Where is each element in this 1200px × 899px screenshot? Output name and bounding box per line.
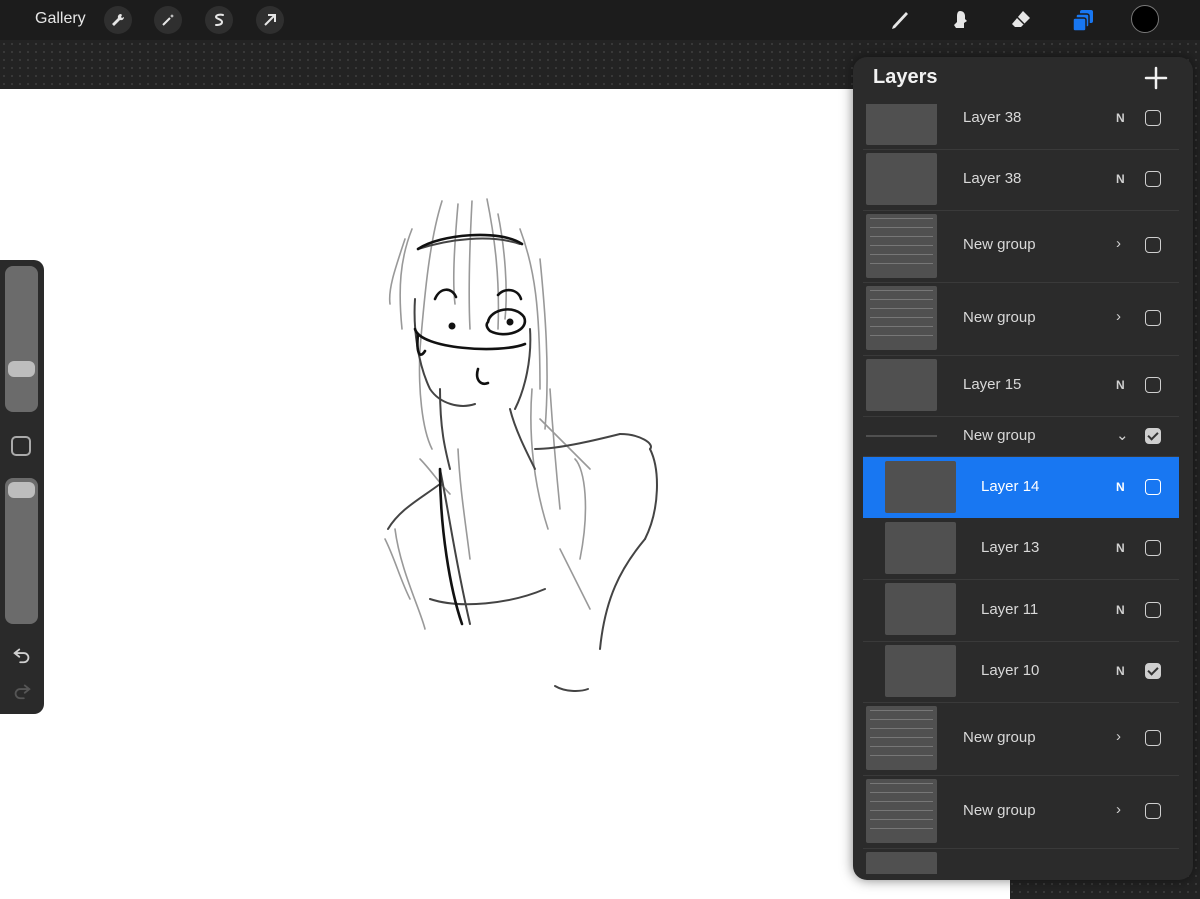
group-thumbnail (866, 779, 937, 843)
group-row[interactable]: New group › (863, 702, 1179, 776)
layer-row[interactable]: Layer 15 N (863, 355, 1179, 417)
layer-row[interactable]: Layer 38 N (863, 104, 1179, 150)
opacity-thumb[interactable] (8, 482, 35, 498)
group-thumbnail (866, 286, 937, 350)
group-row[interactable]: New group › (863, 775, 1179, 849)
layer-thumbnail (866, 153, 937, 205)
layer-row[interactable]: Layer 11 N (863, 579, 1179, 642)
visibility-checkbox[interactable] (1145, 237, 1161, 253)
blend-mode-button[interactable]: N (1116, 378, 1125, 392)
visibility-checkbox[interactable] (1145, 540, 1161, 556)
group-row-expanded[interactable]: New group ⌄ (863, 416, 1179, 457)
group-thumbnail (866, 435, 937, 437)
visibility-checkbox[interactable] (1145, 428, 1161, 444)
color-picker-button[interactable] (1131, 5, 1159, 33)
layers-panel: Layers Layer 38 N Layer 38 N New group › (853, 57, 1193, 880)
brush-size-slider[interactable] (5, 266, 38, 412)
brush-size-thumb[interactable] (8, 361, 35, 377)
visibility-checkbox[interactable] (1145, 730, 1161, 746)
blend-mode-button[interactable]: N (1116, 480, 1125, 494)
layer-thumbnail (885, 583, 956, 635)
expand-chevron-icon[interactable]: › (1116, 801, 1121, 818)
top-toolbar: Gallery (0, 0, 1200, 40)
visibility-checkbox[interactable] (1145, 310, 1161, 326)
blend-mode-button[interactable]: N (1116, 664, 1125, 678)
blend-mode-button[interactable]: N (1116, 603, 1125, 617)
modify-button[interactable] (11, 436, 31, 456)
selection-icon[interactable] (205, 6, 233, 34)
group-row[interactable] (863, 848, 1179, 874)
visibility-checkbox[interactable] (1145, 602, 1161, 618)
layer-thumbnail (885, 522, 956, 574)
blend-mode-button[interactable]: N (1116, 111, 1125, 125)
layer-thumbnail (866, 104, 937, 145)
eraser-icon[interactable] (1005, 4, 1037, 36)
group-thumbnail (866, 214, 937, 278)
visibility-checkbox[interactable] (1145, 663, 1161, 679)
left-sidebar (0, 260, 44, 714)
visibility-checkbox[interactable] (1145, 803, 1161, 819)
expand-chevron-icon[interactable]: › (1116, 235, 1121, 252)
visibility-checkbox[interactable] (1145, 479, 1161, 495)
gallery-button[interactable]: Gallery (35, 10, 86, 28)
undo-icon[interactable] (10, 642, 34, 666)
blend-mode-button[interactable]: N (1116, 172, 1125, 186)
layer-list[interactable]: Layer 38 N Layer 38 N New group › New gr… (863, 104, 1179, 874)
layer-thumbnail (885, 461, 956, 513)
layers-icon[interactable] (1067, 4, 1099, 36)
collapse-chevron-icon[interactable]: ⌄ (1116, 426, 1129, 444)
expand-chevron-icon[interactable]: › (1116, 728, 1121, 745)
group-thumbnail (866, 852, 937, 874)
group-row[interactable]: New group › (863, 282, 1179, 356)
opacity-slider[interactable] (5, 478, 38, 624)
visibility-checkbox[interactable] (1145, 171, 1161, 187)
transform-arrow-icon[interactable] (256, 6, 284, 34)
smudge-icon[interactable] (944, 4, 976, 36)
redo-icon[interactable] (10, 678, 34, 702)
layers-title: Layers (873, 66, 938, 88)
brush-icon[interactable] (884, 4, 916, 36)
group-row[interactable]: New group › (863, 210, 1179, 283)
expand-chevron-icon[interactable]: › (1116, 308, 1121, 325)
layer-row[interactable]: Layer 38 N (863, 149, 1179, 211)
layer-thumbnail (866, 359, 937, 411)
visibility-checkbox[interactable] (1145, 110, 1161, 126)
layer-row-selected[interactable]: Layer 14 N (863, 457, 1179, 518)
wrench-icon[interactable] (104, 6, 132, 34)
blend-mode-button[interactable]: N (1116, 541, 1125, 555)
layer-row[interactable]: Layer 13 N (863, 518, 1179, 580)
add-layer-icon[interactable] (1143, 65, 1169, 91)
group-thumbnail (866, 706, 937, 770)
layer-thumbnail (885, 645, 956, 697)
magic-wand-icon[interactable] (154, 6, 182, 34)
layer-row[interactable]: Layer 10 N (863, 641, 1179, 703)
visibility-checkbox[interactable] (1145, 377, 1161, 393)
